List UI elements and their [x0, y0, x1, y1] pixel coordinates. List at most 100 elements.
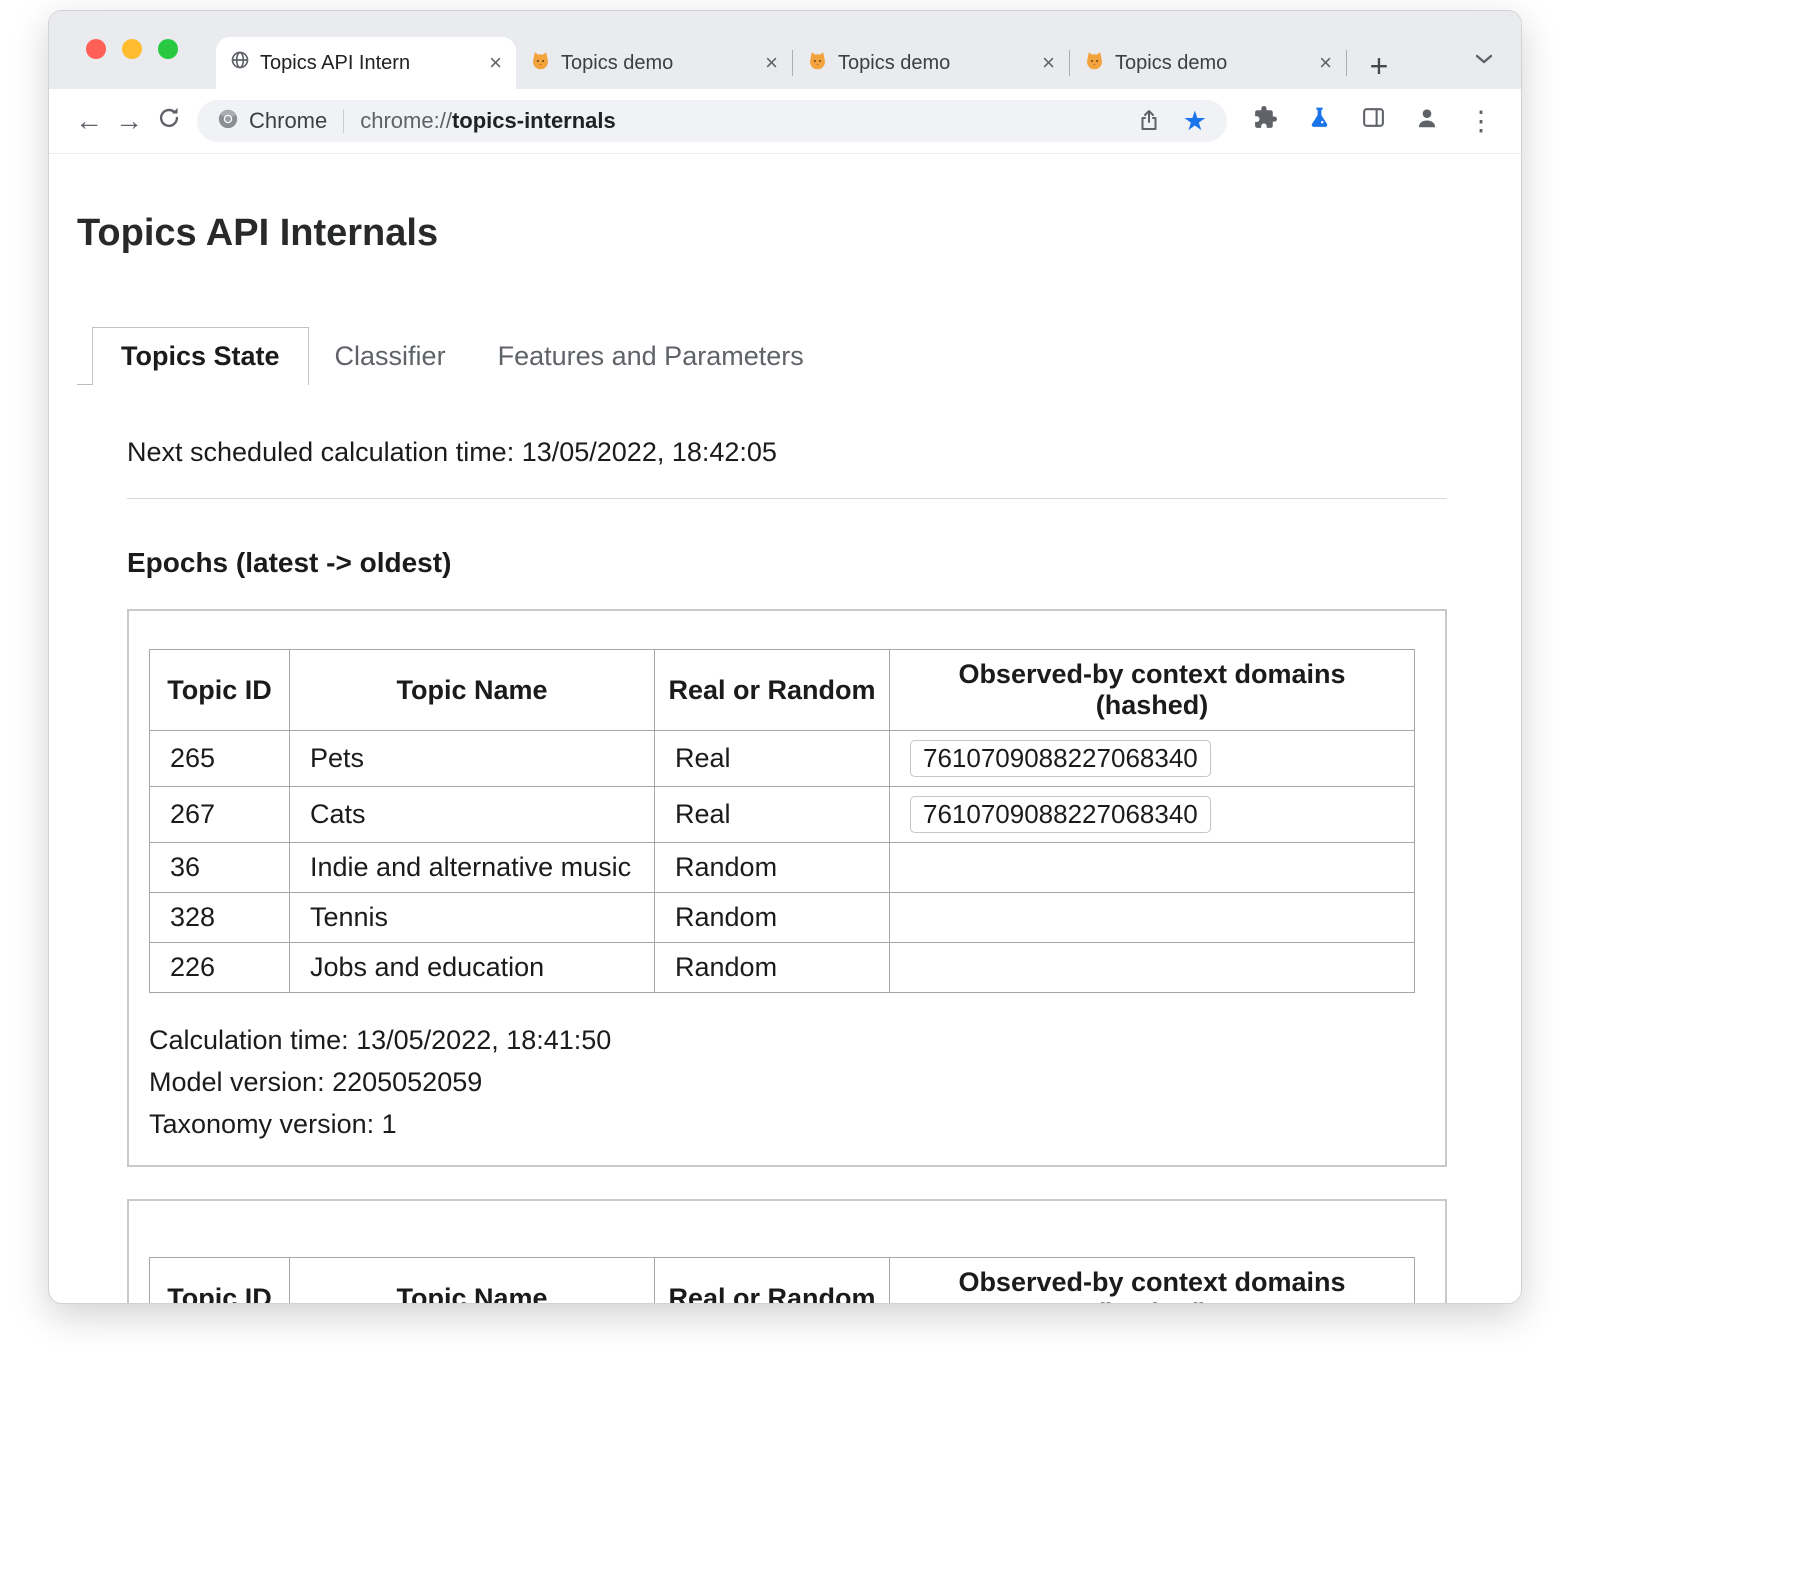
topic-id-cell: 36: [150, 843, 290, 893]
table-header-row: Topic ID Topic Name Real or Random Obser…: [150, 1258, 1415, 1305]
column-header-real-or-random: Real or Random: [655, 650, 890, 731]
taxonomy-version: Taxonomy version: 1: [149, 1103, 1425, 1145]
real-or-random-cell: Random: [655, 843, 890, 893]
real-or-random-cell: Random: [655, 893, 890, 943]
domains-cell: [890, 843, 1415, 893]
address-divider: [343, 109, 344, 133]
browser-tab-topics-demo-1[interactable]: Topics demo ×: [516, 37, 792, 89]
table-row: 265 Pets Real 7610709088227068340: [150, 731, 1415, 787]
section-divider: [127, 498, 1447, 499]
side-panel-button[interactable]: [1353, 101, 1393, 141]
epoch-table-1: Topic ID Topic Name Real or Random Obser…: [149, 649, 1415, 993]
page-content: Topics API Internals Topics State Classi…: [49, 212, 1521, 1304]
epoch-metadata: Calculation time: 13/05/2022, 18:41:50 M…: [149, 1019, 1425, 1145]
flask-icon: [1307, 105, 1332, 137]
chevron-down-icon: [1475, 52, 1493, 67]
topic-name-cell: Jobs and education: [290, 943, 655, 993]
cat-icon: [1084, 50, 1105, 77]
column-header-topic-name: Topic Name: [290, 650, 655, 731]
puzzle-icon: [1253, 105, 1278, 137]
browser-tab-topics-demo-3[interactable]: Topics demo ×: [1070, 37, 1346, 89]
table-row: 36 Indie and alternative music Random: [150, 843, 1415, 893]
traffic-lights: [86, 39, 178, 59]
topic-id-cell: 226: [150, 943, 290, 993]
tab-title: Topics demo: [561, 52, 755, 75]
back-button[interactable]: ←: [69, 101, 109, 141]
tab-separator: [1346, 50, 1347, 76]
address-bar[interactable]: Chrome chrome://topics-internals ★: [197, 100, 1227, 142]
real-or-random-cell: Random: [655, 943, 890, 993]
topic-id-cell: 265: [150, 731, 290, 787]
browser-toolbar: ← → Chrome chrome://topics-inte: [49, 89, 1521, 154]
profile-button[interactable]: [1407, 101, 1447, 141]
toolbar-actions: ⋮: [1245, 101, 1501, 141]
url-scheme: chrome://: [360, 108, 452, 133]
share-button[interactable]: [1137, 108, 1161, 135]
url-text: chrome://topics-internals: [360, 108, 616, 134]
tab-search-button[interactable]: [1471, 48, 1497, 71]
next-calculation-time: Next scheduled calculation time: 13/05/2…: [127, 437, 1447, 468]
share-icon: [1137, 108, 1161, 135]
browser-tab-topics-demo-2[interactable]: Topics demo ×: [793, 37, 1069, 89]
tab-classifier[interactable]: Classifier: [309, 328, 472, 385]
column-header-topic-id: Topic ID: [150, 1258, 290, 1305]
tab-close-button[interactable]: ×: [765, 52, 778, 74]
reload-button[interactable]: [149, 101, 189, 141]
browser-tab-topics-internals[interactable]: Topics API Intern ×: [216, 37, 516, 89]
epoch-box-1: Topic ID Topic Name Real or Random Obser…: [127, 609, 1447, 1167]
topic-id-cell: 267: [150, 787, 290, 843]
tab-close-button[interactable]: ×: [1319, 52, 1332, 74]
epoch-box-2: Topic ID Topic Name Real or Random Obser…: [127, 1199, 1447, 1304]
topic-name-cell: Cats: [290, 787, 655, 843]
column-header-observed-domains: Observed-by context domains (hashed): [890, 650, 1415, 731]
tab-features-parameters[interactable]: Features and Parameters: [472, 328, 830, 385]
tab-close-button[interactable]: ×: [1042, 52, 1055, 74]
tab-title: Topics demo: [1115, 52, 1309, 75]
domains-cell: [890, 943, 1415, 993]
topics-state-panel: Next scheduled calculation time: 13/05/2…: [127, 437, 1447, 1304]
model-version: Model version: 2205052059: [149, 1061, 1425, 1103]
browser-tabs: Topics API Intern × Topics demo ×: [216, 37, 1399, 89]
topic-id-cell: 328: [150, 893, 290, 943]
table-row: 226 Jobs and education Random: [150, 943, 1415, 993]
flask-extension-button[interactable]: [1299, 101, 1339, 141]
page-tabs: Topics State Classifier Features and Par…: [77, 327, 1493, 385]
tab-title: Topics demo: [838, 52, 1032, 75]
reload-icon: [156, 105, 182, 138]
real-or-random-cell: Real: [655, 787, 890, 843]
forward-button[interactable]: →: [109, 101, 149, 141]
tab-close-button[interactable]: ×: [489, 52, 502, 74]
epoch-table-2: Topic ID Topic Name Real or Random Obser…: [149, 1257, 1415, 1304]
window-zoom-button[interactable]: [158, 39, 178, 59]
window-minimize-button[interactable]: [122, 39, 142, 59]
cat-icon: [807, 50, 828, 77]
real-or-random-cell: Real: [655, 731, 890, 787]
tab-strip: Topics API Intern × Topics demo ×: [49, 11, 1521, 89]
new-tab-button[interactable]: +: [1359, 43, 1399, 89]
table-row: 328 Tennis Random: [150, 893, 1415, 943]
column-header-topic-id: Topic ID: [150, 650, 290, 731]
hashed-domain-chip: 7610709088227068340: [910, 796, 1211, 833]
bookmark-star-button[interactable]: ★: [1183, 108, 1207, 135]
url-host: topics-internals: [452, 108, 616, 133]
globe-icon: [230, 50, 250, 76]
menu-button[interactable]: ⋮: [1461, 101, 1501, 141]
column-header-topic-name: Topic Name: [290, 1258, 655, 1305]
site-label: Chrome: [249, 108, 327, 134]
profile-icon: [1414, 105, 1440, 138]
column-header-real-or-random: Real or Random: [655, 1258, 890, 1305]
window-close-button[interactable]: [86, 39, 106, 59]
tab-title: Topics API Intern: [260, 52, 479, 75]
browser-window: Topics API Intern × Topics demo ×: [48, 10, 1522, 1304]
column-header-observed-domains: Observed-by context domains (hashed): [890, 1258, 1415, 1305]
tab-topics-state[interactable]: Topics State: [92, 327, 309, 385]
domains-cell: [890, 893, 1415, 943]
domains-cell: 7610709088227068340: [890, 731, 1415, 787]
cat-icon: [530, 50, 551, 77]
topic-name-cell: Indie and alternative music: [290, 843, 655, 893]
side-panel-icon: [1361, 105, 1386, 137]
hashed-domain-chip: 7610709088227068340: [910, 740, 1211, 777]
epochs-heading: Epochs (latest -> oldest): [127, 547, 1447, 579]
page-title: Topics API Internals: [77, 212, 1493, 255]
extensions-button[interactable]: [1245, 101, 1285, 141]
